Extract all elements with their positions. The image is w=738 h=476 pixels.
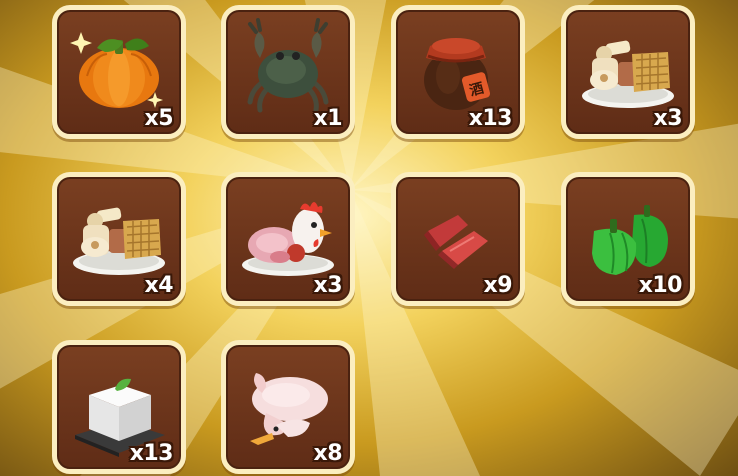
item-count: x3 [313, 273, 343, 298]
item-count: x13 [129, 441, 174, 466]
inventory-slot-pumpkin[interactable]: x5 [52, 5, 186, 139]
item-count: x3 [653, 106, 683, 131]
item-count: x8 [313, 441, 343, 466]
inventory-slot-tofu[interactable]: x13 [52, 340, 186, 474]
inventory-slot-meat-platter[interactable]: x4 [52, 172, 186, 306]
item-count: x13 [468, 106, 513, 131]
item-count: x4 [144, 273, 174, 298]
inventory-slot-wine-jar[interactable]: 酒 x13 [391, 5, 525, 139]
item-count: x1 [313, 106, 343, 131]
inventory-slot-green-pepper[interactable]: x10 [561, 172, 695, 306]
inventory-slot-raw-meat[interactable]: x9 [391, 172, 525, 306]
item-count: x9 [483, 273, 513, 298]
inventory-slot-chicken-dish[interactable]: x3 [221, 172, 355, 306]
item-count: x10 [638, 273, 683, 298]
item-count: x5 [144, 106, 174, 131]
inventory-slot-crab[interactable]: x1 [221, 5, 355, 139]
inventory-grid: x5 x1 酒 x13 x3 x4 x3 x9 x10 x13 x8 [0, 0, 738, 476]
inventory-slot-duck[interactable]: x8 [221, 340, 355, 474]
inventory-slot-meat-platter[interactable]: x3 [561, 5, 695, 139]
